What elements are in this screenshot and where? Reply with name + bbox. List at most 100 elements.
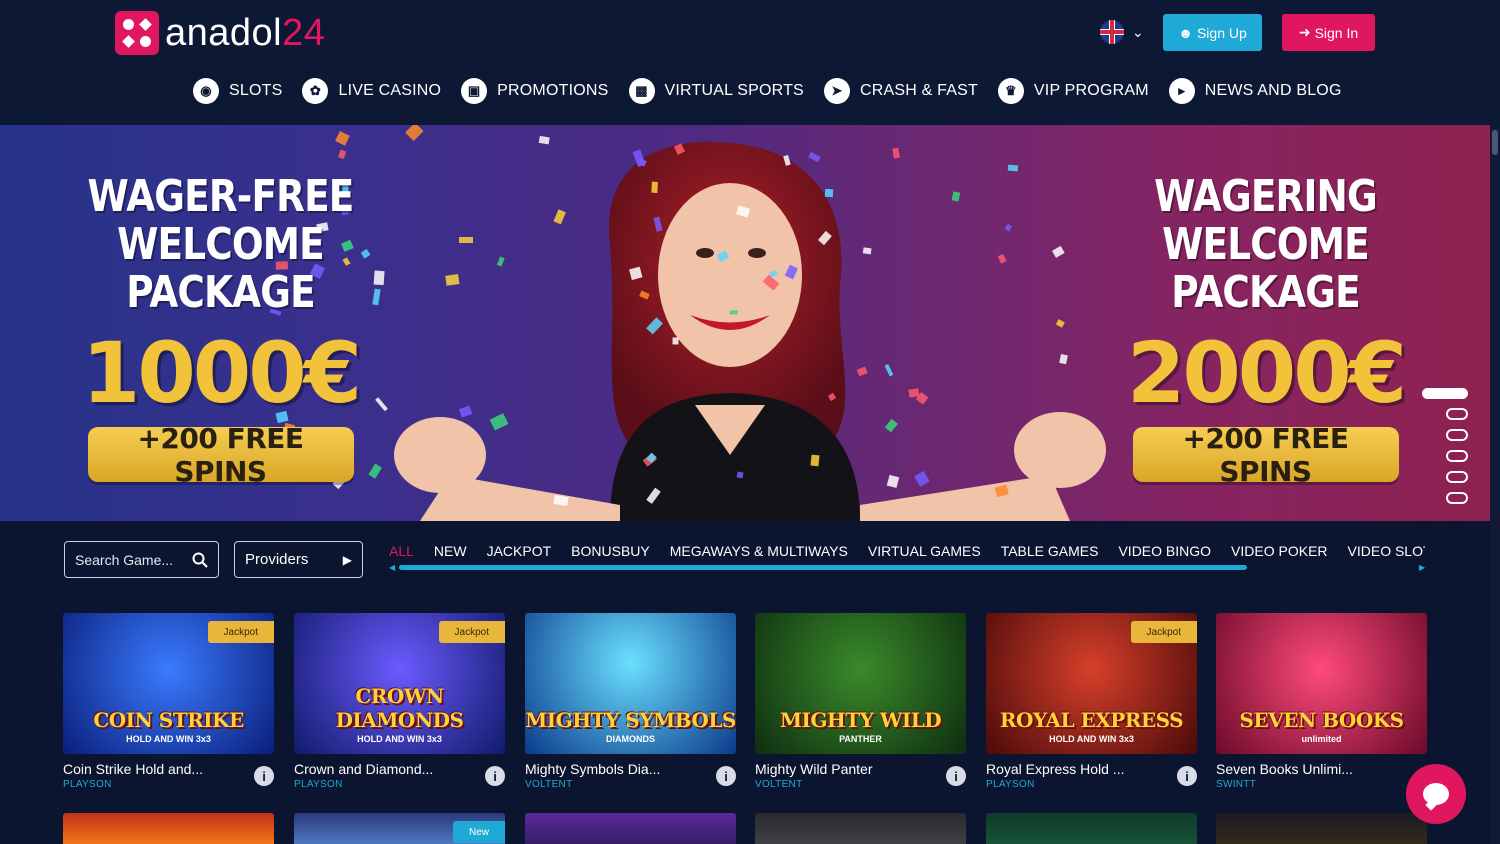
game-card[interactable]: Jackpot CROWN DIAMONDS HOLD AND WIN 3x3 … <box>294 613 505 790</box>
slider-dot-1[interactable] <box>1422 388 1468 399</box>
game-thumbnail[interactable]: Jackpot CROWN DIAMONDS HOLD AND WIN 3x3 <box>294 613 505 754</box>
rocket-icon: ➤ <box>823 78 850 104</box>
slider-pagination <box>1422 388 1468 504</box>
slider-dot-4[interactable] <box>1446 450 1468 462</box>
jackpot-badge: Jackpot <box>207 621 274 643</box>
language-selector[interactable]: ⌄ <box>1100 20 1144 44</box>
game-thumbnail[interactable]: Jackpot COIN STRIKE HOLD AND WIN 3x3 <box>63 613 274 754</box>
game-provider: PLAYSON <box>986 779 1035 790</box>
search-input[interactable]: Search Game... <box>64 541 219 578</box>
game-thumbnail[interactable]: MIGHTY WILD PANTHER <box>755 613 966 754</box>
tab-new[interactable]: NEW <box>434 543 467 559</box>
nav-item-crash-fast[interactable]: ➤ CRASH & FAST <box>823 78 978 104</box>
game-provider: VOLTENT <box>755 779 803 790</box>
uk-flag-icon <box>1100 20 1124 44</box>
info-icon[interactable]: i <box>485 766 505 786</box>
game-card[interactable]: Jackpot ROYAL EXPRESS HOLD AND WIN 3x3 R… <box>986 613 1197 790</box>
promo-wagering[interactable]: WAGERING WELCOME PACKAGE 2000€ +200 FREE… <box>1093 171 1438 488</box>
hero-woman-image <box>394 141 1106 521</box>
search-placeholder: Search Game... <box>75 551 174 568</box>
game-provider: SWINTT <box>1216 779 1257 790</box>
game-title: Seven Books Unlimi... <box>1216 761 1353 777</box>
tab-jackpot[interactable]: JACKPOT <box>487 543 552 559</box>
scroll-right-icon[interactable]: ▶ <box>1419 563 1425 572</box>
nav-item-virtual-sports[interactable]: ▩ VIRTUAL SPORTS <box>628 78 804 104</box>
tab-virtual-games[interactable]: VIRTUAL GAMES <box>868 543 981 559</box>
confetti-piece <box>651 182 659 194</box>
tab-video-poker[interactable]: VIDEO POKER <box>1231 543 1327 559</box>
sign-in-button[interactable]: ➜ Sign In <box>1282 14 1375 51</box>
logo-cards-icon <box>115 11 159 55</box>
game-thumbnail[interactable]: SEVEN BOOKS unlimited <box>1216 613 1427 754</box>
tab-video-bingo[interactable]: VIDEO BINGO <box>1118 543 1211 559</box>
slider-dot-5[interactable] <box>1446 471 1468 483</box>
gift-icon: ▣ <box>461 78 488 104</box>
tab-all[interactable]: ALL <box>389 543 414 559</box>
nav-item-slots[interactable]: ◉ SLOTS <box>193 78 282 104</box>
slider-dot-2[interactable] <box>1446 408 1468 420</box>
nav-item-news-blog[interactable]: ▸ NEWS AND BLOG <box>1168 78 1342 104</box>
confetti-piece <box>891 148 900 159</box>
promo-wager-free[interactable]: WAGER-FREE WELCOME PACKAGE 1000€ +200 FR… <box>48 171 393 488</box>
promo-title-line2: WELCOME PACKAGE <box>117 219 325 318</box>
promo-spins-badge: +200 FREE SPINS <box>87 422 354 488</box>
game-title: Mighty Symbols Dia... <box>525 761 661 777</box>
jackpot-badge: Jackpot <box>1130 621 1197 643</box>
game-thumbnail[interactable] <box>986 813 1197 844</box>
tab-video-slots[interactable]: VIDEO SLOTS <box>1348 543 1425 559</box>
game-thumbnail[interactable] <box>525 813 736 844</box>
confetti-piece <box>950 191 961 202</box>
confetti-piece <box>672 337 679 345</box>
hero-banner[interactable]: WAGER-FREE WELCOME PACKAGE 1000€ +200 FR… <box>0 125 1490 521</box>
game-thumbnail[interactable] <box>755 813 966 844</box>
game-title: Coin Strike Hold and... <box>63 761 204 777</box>
tab-megaways[interactable]: MEGAWAYS & MULTIWAYS <box>670 543 848 559</box>
tab-table-games[interactable]: TABLE GAMES <box>1001 543 1099 559</box>
game-card[interactable]: SEVEN BOOKS unlimited Seven Books Unlimi… <box>1216 613 1427 790</box>
info-icon[interactable]: i <box>716 766 736 786</box>
sign-up-button[interactable]: ☻ Sign Up <box>1163 14 1262 51</box>
confetti-piece <box>337 149 347 159</box>
game-thumbnail[interactable]: MIGHTY SYMBOLS DIAMONDS <box>525 613 736 754</box>
crown-icon: ♛ <box>997 78 1024 104</box>
nav-item-vip-program[interactable]: ♛ VIP PROGRAM <box>997 78 1149 104</box>
info-icon[interactable]: i <box>254 766 274 786</box>
nav-item-promotions[interactable]: ▣ PROMOTIONS <box>461 78 608 104</box>
game-card[interactable]: MIGHTY SYMBOLS DIAMONDS Mighty Symbols D… <box>525 613 736 790</box>
slider-dot-6[interactable] <box>1446 492 1468 504</box>
new-badge: New <box>452 821 505 843</box>
promo-title-line2: WELCOME PACKAGE <box>1162 219 1370 318</box>
game-thumbnail[interactable] <box>1216 813 1427 844</box>
site-logo[interactable]: anadol24 <box>115 11 325 55</box>
game-title: Crown and Diamond... <box>294 761 434 777</box>
promo-title-line1: WAGERING <box>1154 171 1378 222</box>
nav-item-live-casino[interactable]: ✿ LIVE CASINO <box>302 78 441 104</box>
info-icon[interactable]: i <box>1177 766 1197 786</box>
game-title: Royal Express Hold ... <box>986 761 1125 777</box>
promo-title-line1: WAGER-FREE <box>87 171 354 222</box>
game-provider: VOLTENT <box>525 779 573 790</box>
game-thumbnail[interactable]: New <box>294 813 505 844</box>
game-card[interactable]: Jackpot COIN STRIKE HOLD AND WIN 3x3 Coi… <box>63 613 274 790</box>
confetti-piece <box>1007 164 1019 172</box>
sign-in-icon: ➜ <box>1298 24 1311 40</box>
live-chat-button[interactable] <box>1406 764 1466 824</box>
game-card[interactable]: MIGHTY WILD PANTHER Mighty Wild Panter V… <box>755 613 966 790</box>
game-thumbnail[interactable] <box>63 813 274 844</box>
promo-amount: 2000€ <box>1126 324 1407 422</box>
game-provider: PLAYSON <box>294 779 343 790</box>
info-icon[interactable]: i <box>946 766 966 786</box>
scroll-left-icon[interactable]: ◀ <box>389 563 395 572</box>
game-thumbnail[interactable]: Jackpot ROYAL EXPRESS HOLD AND WIN 3x3 <box>986 613 1197 754</box>
providers-dropdown[interactable]: Providers ▶ <box>234 541 363 578</box>
chat-icon <box>1423 783 1449 805</box>
caret-right-icon: ▶ <box>342 552 352 567</box>
confetti-piece <box>335 131 351 146</box>
category-scrollbar[interactable] <box>399 565 1247 570</box>
vr-icon: ▩ <box>628 78 655 104</box>
add-user-icon: ☻ <box>1178 24 1193 41</box>
slider-dot-3[interactable] <box>1446 429 1468 441</box>
page-scrollbar[interactable] <box>1490 125 1500 844</box>
scrollbar-thumb[interactable] <box>1492 130 1498 155</box>
tab-bonusbuy[interactable]: BONUSBUY <box>571 543 650 559</box>
